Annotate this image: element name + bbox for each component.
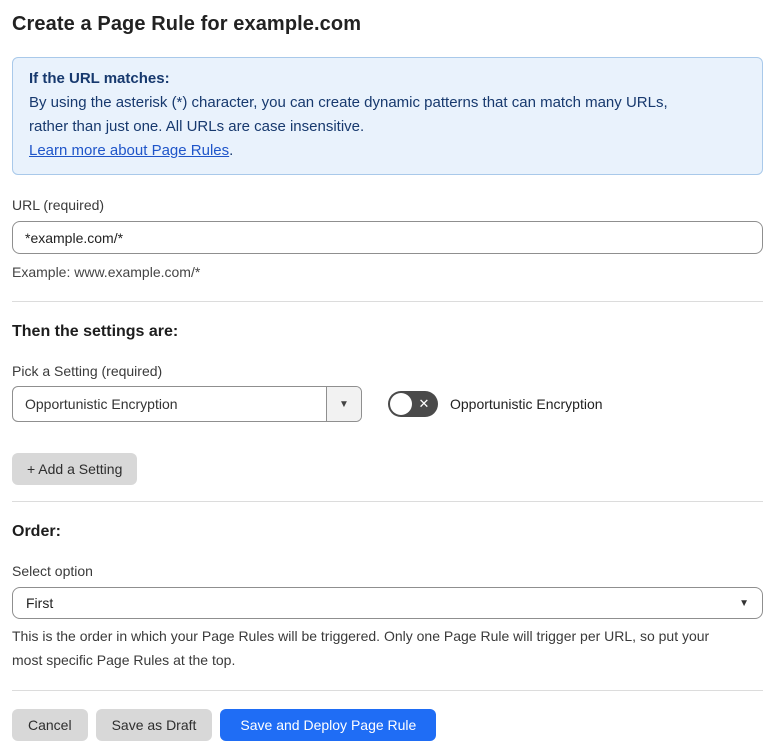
info-box-body-line1: By using the asterisk (*) character, you…: [29, 94, 668, 111]
order-select[interactable]: First ▼: [12, 587, 763, 619]
order-helper-line1: This is the order in which your Page Rul…: [12, 628, 710, 644]
order-helper-text: This is the order in which your Page Rul…: [12, 624, 763, 672]
url-field-label: URL (required): [12, 197, 105, 213]
add-setting-button[interactable]: + Add a Setting: [12, 453, 138, 485]
order-section-heading: Order:: [12, 523, 61, 540]
caret-down-icon: ▼: [339, 398, 349, 410]
cancel-button[interactable]: Cancel: [12, 709, 88, 741]
divider: [12, 501, 763, 502]
save-as-draft-button[interactable]: Save as Draft: [95, 709, 213, 741]
url-input[interactable]: [12, 221, 763, 254]
save-and-deploy-button[interactable]: Save and Deploy Page Rule: [220, 709, 437, 741]
settings-section-heading: Then the settings are:: [12, 323, 179, 340]
toggle-knob: [390, 393, 412, 415]
page-title: Create a Page Rule for example.com: [12, 13, 362, 35]
caret-down-icon: ▼: [739, 597, 749, 609]
order-select-label: Select option: [12, 563, 93, 579]
setting-dropdown-value: Opportunistic Encryption: [25, 396, 178, 412]
divider: [12, 690, 763, 691]
setting-toggle-group: ✕ Opportunistic Encryption: [388, 391, 603, 417]
toggle-label: Opportunistic Encryption: [450, 396, 603, 412]
opportunistic-encryption-toggle[interactable]: ✕: [388, 391, 438, 417]
info-box-body-line2: rather than just one. All URLs are case …: [29, 118, 365, 135]
toggle-off-x-icon: ✕: [418, 396, 430, 411]
page-rule-form: Create a Page Rule for example.com If th…: [0, 0, 775, 741]
setting-dropdown-arrow-button[interactable]: ▼: [326, 387, 361, 421]
learn-more-link[interactable]: Learn more about Page Rules: [29, 142, 229, 159]
info-box-heading: If the URL matches:: [29, 70, 170, 87]
pick-setting-label: Pick a Setting (required): [12, 363, 163, 379]
link-suffix: .: [229, 142, 234, 159]
order-helper-line2: most specific Page Rules at the top.: [12, 652, 236, 668]
setting-row: Opportunistic Encryption ▼ ✕ Opportunist…: [12, 386, 763, 422]
setting-dropdown[interactable]: Opportunistic Encryption ▼: [12, 386, 362, 422]
url-example-helper: Example: www.example.com/*: [12, 264, 201, 280]
divider: [12, 301, 763, 302]
footer-actions: Cancel Save as Draft Save and Deploy Pag…: [12, 709, 763, 741]
order-select-value: First: [26, 595, 54, 611]
url-match-info-box: If the URL matches: By using the asteris…: [12, 57, 763, 175]
